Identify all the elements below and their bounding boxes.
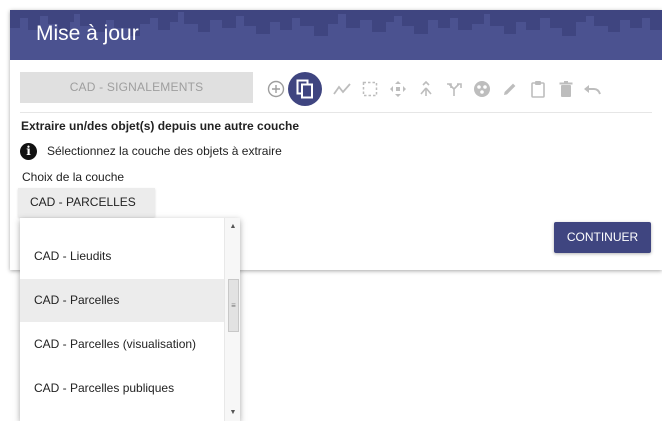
toolbar-divider: [20, 112, 652, 113]
polyline-icon[interactable]: [330, 72, 354, 106]
layer-dropdown-list: CAD - Lieudits CAD - Parcelles CAD - Par…: [20, 218, 240, 421]
layer-select[interactable]: CAD - PARCELLES: [18, 188, 155, 217]
split-icon[interactable]: [442, 72, 466, 106]
vertex-icon[interactable]: [470, 72, 494, 106]
edit-pencil-icon[interactable]: [498, 72, 522, 106]
layer-option-lieudits[interactable]: CAD - Lieudits: [20, 235, 224, 278]
clipboard-icon[interactable]: [526, 72, 550, 106]
delete-icon[interactable]: [554, 72, 578, 106]
dropdown-scrollbar[interactable]: ▲ ≡ ▼: [224, 218, 240, 421]
move-icon[interactable]: [386, 72, 410, 106]
undo-icon[interactable]: [580, 72, 604, 106]
select-area-icon[interactable]: [358, 72, 382, 106]
header-title: Mise à jour: [36, 22, 139, 45]
merge-icon[interactable]: [414, 72, 438, 106]
current-layer-field[interactable]: CAD - SIGNALEMENTS: [20, 72, 253, 103]
panel-header: Mise à jour: [10, 10, 662, 60]
info-text: Sélectionnez la couche des objets à extr…: [47, 144, 282, 158]
info-icon: i: [20, 142, 37, 160]
continue-button[interactable]: CONTINUER: [554, 222, 651, 253]
scroll-up-icon[interactable]: ▲: [225, 220, 240, 234]
copy-icon[interactable]: [288, 72, 322, 106]
layer-option-parcelles-publiques[interactable]: CAD - Parcelles publiques: [20, 367, 224, 410]
action-title: Extraire un/des objet(s) depuis une autr…: [21, 119, 300, 133]
scroll-down-icon[interactable]: ▼: [225, 406, 240, 420]
layer-choice-label: Choix de la couche: [22, 170, 125, 184]
scroll-thumb[interactable]: ≡: [228, 279, 239, 332]
add-circle-icon[interactable]: [264, 72, 288, 106]
layer-option-parcelles-visualisation[interactable]: CAD - Parcelles (visualisation): [20, 323, 224, 366]
layer-option-parcelles[interactable]: CAD - Parcelles: [20, 279, 224, 322]
info-message: i Sélectionnez la couche des objets à ex…: [20, 142, 282, 160]
